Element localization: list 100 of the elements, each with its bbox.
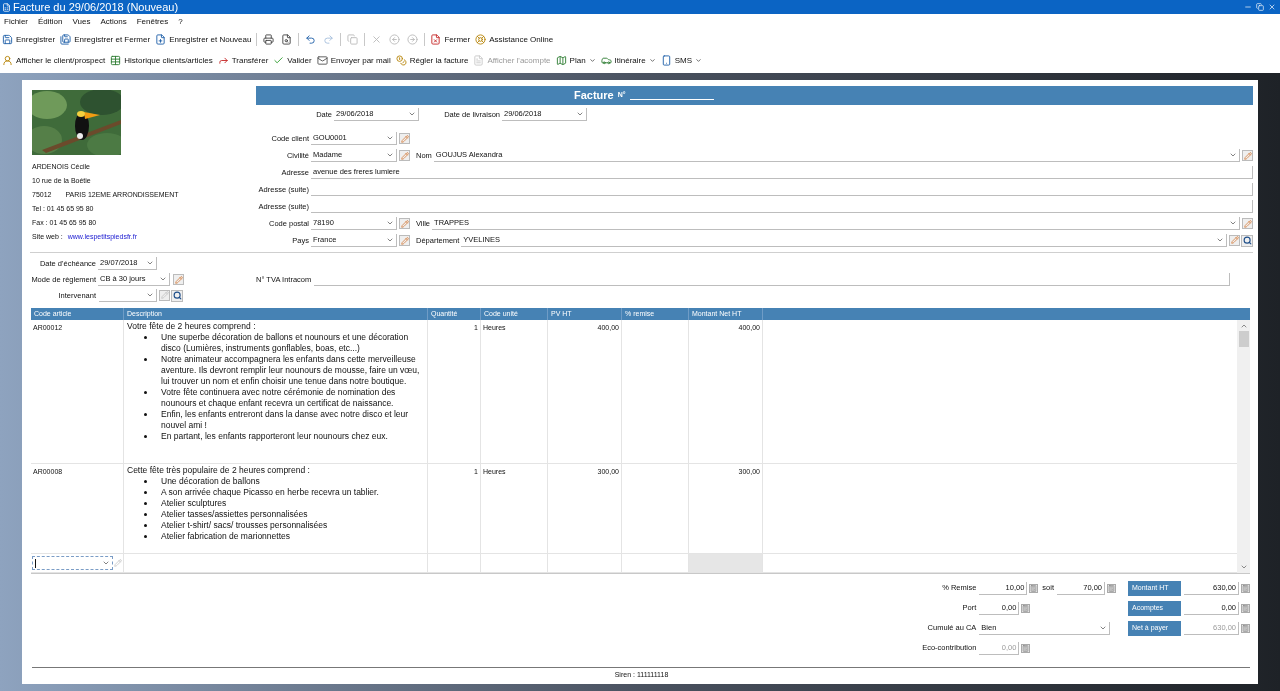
pencil-icon [400, 134, 409, 143]
toolbar-button[interactable]: Enregistrer et Fermer [60, 33, 151, 46]
toolbar-dropdown[interactable]: SMS [660, 54, 703, 67]
toolbar-button[interactable] [280, 33, 294, 46]
toolbar-dropdown[interactable]: Plan [555, 54, 596, 67]
minimize-button[interactable] [1242, 3, 1254, 11]
pencil-icon [114, 559, 122, 567]
coins-icon [395, 55, 407, 66]
toolbar-button[interactable]: Transférer [217, 54, 269, 67]
scroll-down-icon [1239, 563, 1248, 571]
search-button[interactable] [171, 289, 183, 302]
menu-item[interactable]: Actions [100, 16, 127, 28]
toolbar-button[interactable]: Enregistrer et Nouveau [155, 33, 252, 46]
menu-item[interactable]: Fichier [4, 16, 28, 28]
toolbar-button[interactable]: Assistance Online [475, 33, 554, 46]
description-bullet: Une superbe décoration de ballons et nounours et une décoration disco (Lumières, instruments gonflables, boas, etc...) [161, 332, 410, 354]
scrollbar-thumb[interactable] [1238, 331, 1249, 347]
file-plus-icon [155, 34, 167, 45]
edit-button[interactable] [1242, 150, 1253, 161]
toolbar-button[interactable]: Historique clients/articles [110, 54, 213, 67]
toolbar-button[interactable]: Envoyer par mail [316, 54, 391, 67]
table-icon [110, 55, 122, 66]
calculator-button[interactable] [1241, 624, 1250, 633]
edit-button[interactable] [399, 133, 410, 144]
chevron-icon [386, 236, 394, 244]
redo-icon [323, 34, 335, 45]
address-field[interactable] [311, 183, 1253, 196]
bullet-icon [144, 413, 147, 416]
vat-number-field[interactable] [314, 273, 1230, 286]
calculator-icon [1108, 584, 1115, 592]
toolbar-button[interactable]: Régler la facture [395, 54, 469, 67]
toolbar-button[interactable]: Enregistrer [2, 33, 56, 46]
toolbar-button[interactable]: Valider [273, 54, 312, 67]
restore-button[interactable] [1254, 3, 1266, 11]
description-bullet: Votre fête continuera avec notre cérémonie de nomination des nounours et chaque enfant recevra un certificat de naissance. [161, 387, 397, 409]
description-bullet: En partant, les enfants rapporteront leur nounours chez eux. [161, 431, 388, 442]
document-icon [473, 55, 485, 66]
menu-item[interactable]: Édition [38, 16, 63, 28]
calculator-icon [1242, 585, 1249, 592]
description-bullet: Notre animateur accompagnera les enfants dans cette merveilleuse aventure. Ils devront remplir leur nounours de mousse, faire un vœu, lui trouver un nom et enfin choisir une tenue dans notre boutique. [161, 354, 421, 387]
calculator-button[interactable] [1107, 583, 1116, 593]
search-button[interactable] [1241, 234, 1253, 247]
calculator-button[interactable] [1021, 603, 1031, 613]
agent-dropdown[interactable] [99, 289, 157, 302]
bullet-icon [144, 435, 147, 438]
calculator-button[interactable] [1021, 643, 1031, 653]
chevron-icon [386, 134, 394, 142]
edit-button[interactable] [399, 235, 410, 246]
pencil-icon [1243, 151, 1252, 160]
pencil-icon [160, 291, 169, 299]
bullet-icon [144, 391, 147, 394]
toolbar-button[interactable] [262, 33, 276, 46]
minimize-icon [1244, 3, 1252, 11]
scrollbar[interactable] [1237, 320, 1250, 573]
description-bullet: Atelier t-shirt/ sacs/ trousses personnalisées [161, 520, 328, 531]
printer-icon [263, 34, 275, 45]
edit-button[interactable] [173, 274, 184, 285]
description-bullet: Atelier tasses/assiettes personnalisées [161, 509, 308, 520]
toolbar-button[interactable] [304, 33, 318, 46]
caret-icon [648, 57, 656, 64]
bullet-icon [144, 480, 147, 483]
bullet-icon [144, 491, 147, 494]
menu-item[interactable]: Vues [72, 16, 91, 28]
check-icon [273, 55, 285, 66]
undo-icon [305, 34, 317, 45]
edit-button[interactable] [399, 218, 410, 229]
forward-icon [217, 55, 229, 66]
description-bullet: A son arrivée chaque Picasso en herbe recevra un tablier. [161, 487, 379, 498]
calculator-button[interactable] [1241, 584, 1250, 593]
toolbar-button[interactable]: Afficher le client/prospect [2, 54, 106, 67]
scroll-up-icon [1239, 322, 1248, 330]
calculator-icon [1022, 604, 1030, 612]
calculator-icon [1242, 605, 1249, 612]
close-icon [1268, 3, 1276, 11]
calculator-button[interactable] [1241, 604, 1250, 613]
map-icon [555, 55, 567, 66]
save-icon [2, 34, 13, 45]
menu-item[interactable]: Fenêtres [136, 16, 169, 28]
description-intro: Cette fête très populaire de 2 heures comprend : [127, 465, 310, 475]
bullet-icon [144, 502, 147, 505]
calculator-button[interactable] [1029, 583, 1039, 593]
edit-button[interactable] [399, 150, 410, 161]
address-field[interactable] [311, 200, 1253, 213]
edit-button[interactable] [1242, 218, 1253, 229]
pencil-icon [400, 236, 409, 245]
toolbar-dropdown[interactable]: Itinéraire [600, 54, 656, 67]
bullet-icon [144, 358, 147, 361]
calculator-icon [1022, 644, 1030, 652]
description-bullet: Enfin, les enfants entreront dans la danse avec notre disco et leur nouvel ami ! [161, 409, 410, 431]
caret-icon [588, 57, 596, 64]
chevron-icon [1229, 151, 1237, 159]
chevron-icon [386, 151, 394, 159]
pencil-icon [174, 275, 183, 284]
chevron-icon [102, 559, 110, 567]
delete-icon [371, 34, 383, 45]
mail-icon [316, 55, 328, 66]
menu-item[interactable]: ? [178, 16, 183, 28]
article-code-dropdown[interactable] [32, 556, 113, 570]
next-icon [407, 34, 419, 45]
toolbar-button[interactable]: Fermer [430, 33, 471, 46]
